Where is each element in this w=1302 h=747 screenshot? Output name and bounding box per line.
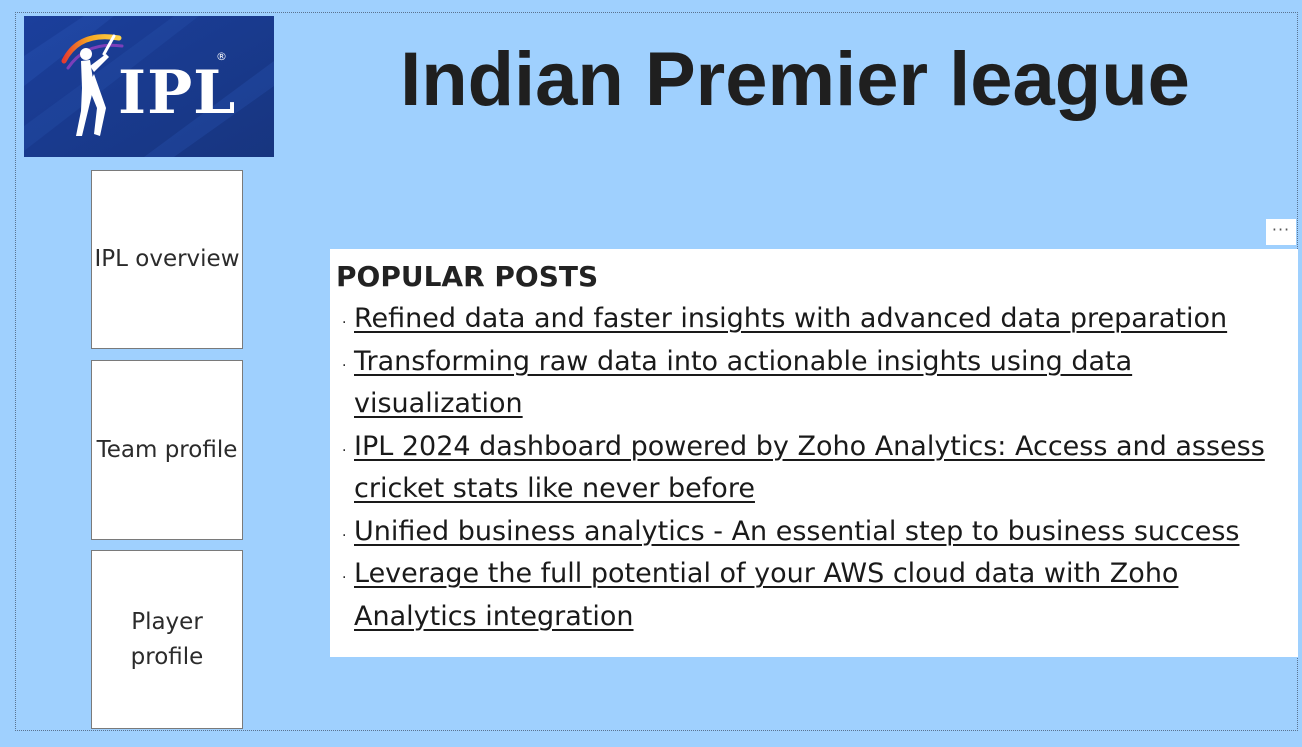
list-item: · Leverage the full potential of your AW… — [336, 553, 1298, 638]
ipl-logo: IPL ® — [24, 16, 274, 157]
nav-button-label: Team profile — [96, 436, 238, 463]
bullet-icon: · — [342, 570, 347, 586]
posts-heading: POPULAR POSTS — [336, 260, 599, 293]
post-link[interactable]: Leverage the full potential of your AWS … — [354, 558, 1178, 632]
list-item: · IPL 2024 dashboard powered by Zoho Ana… — [336, 426, 1298, 511]
list-item: · Unified business analytics - An essent… — [336, 511, 1298, 554]
nav-button-label: IPL overview — [94, 246, 240, 272]
post-link[interactable]: Refined data and faster insights with ad… — [354, 303, 1227, 334]
posts-list: · Refined data and faster insights with … — [336, 298, 1298, 638]
popular-posts-panel: POPULAR POSTS · Refined data and faster … — [330, 249, 1298, 657]
nav-button-player-profile[interactable]: Player profile — [91, 550, 243, 729]
page-title: Indian Premier league — [400, 37, 1190, 122]
nav-button-ipl-overview[interactable]: IPL overview — [91, 170, 243, 349]
post-link[interactable]: IPL 2024 dashboard powered by Zoho Analy… — [354, 431, 1265, 505]
more-options-button[interactable]: ··· — [1266, 219, 1296, 245]
list-item: · Refined data and faster insights with … — [336, 298, 1298, 341]
bullet-icon: · — [342, 357, 347, 374]
bullet-icon: · — [342, 442, 347, 459]
nav-button-label: Player profile — [130, 608, 204, 670]
registered-mark: ® — [216, 50, 227, 63]
list-item: · Transforming raw data into actionable … — [336, 341, 1298, 426]
post-link[interactable]: Transforming raw data into actionable in… — [354, 346, 1132, 420]
post-link[interactable]: Unified business analytics - An essentia… — [354, 516, 1239, 547]
logo-text: IPL — [118, 58, 237, 128]
report-canvas: IPL ® Indian Premier league IPL overview… — [0, 0, 1302, 747]
nav-button-team-profile[interactable]: Team profile — [91, 360, 243, 540]
